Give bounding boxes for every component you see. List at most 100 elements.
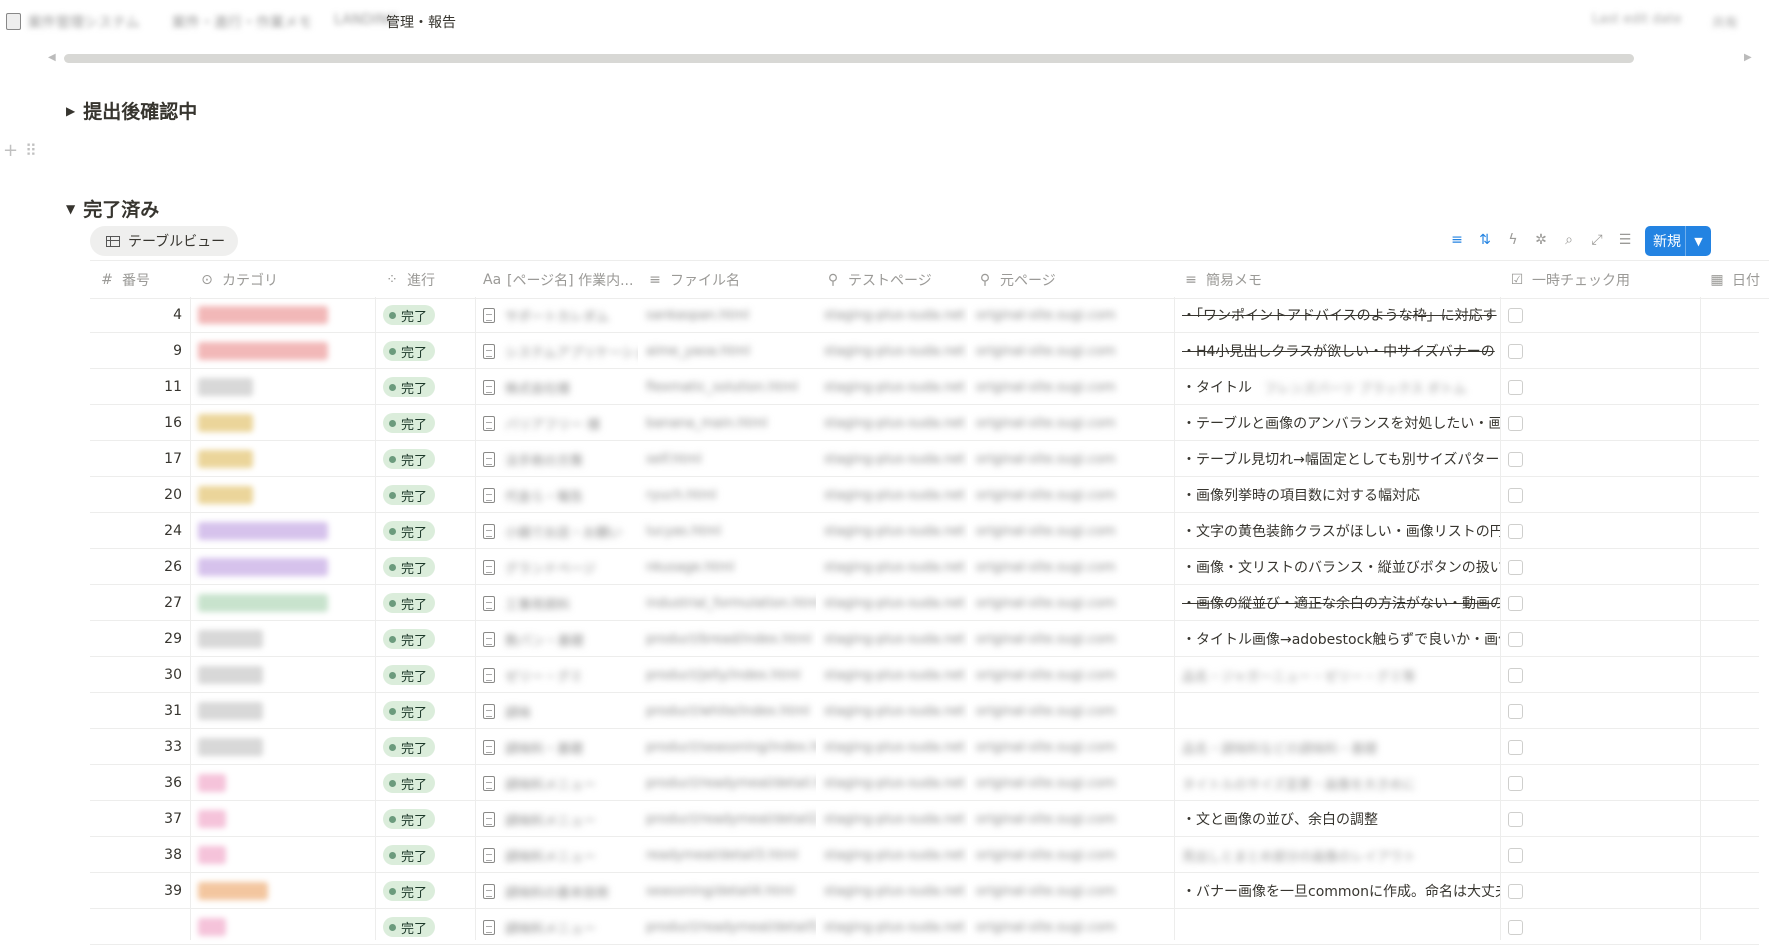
original-page-cell[interactable]: original-site.sugi.com [968, 729, 1174, 765]
progress-cell[interactable]: 完了 [375, 585, 475, 621]
table-row[interactable]: 11 完了 株式会社様 flexmatic_solution.html stag… [90, 369, 1759, 405]
add-block-icon[interactable]: + [3, 140, 18, 161]
test-page-cell[interactable]: staging-plus-suda.net [816, 513, 968, 549]
number-cell[interactable]: 4 [90, 297, 190, 333]
original-page-link[interactable]: original-site.sugi.com [976, 704, 1116, 719]
original-page-cell[interactable]: original-site.sugi.com [968, 837, 1174, 873]
ai-sparkle-icon[interactable]: ✲ [1532, 232, 1550, 248]
date-cell[interactable] [1700, 729, 1759, 765]
test-page-link[interactable]: staging-plus-suda.net [824, 776, 965, 791]
progress-cell[interactable]: 完了 [375, 333, 475, 369]
temp-check-cell[interactable] [1500, 513, 1700, 549]
column-header-memo[interactable]: ≡ 簡易メモ [1174, 261, 1500, 298]
page-name-cell[interactable]: グランドページ [475, 549, 638, 585]
number-cell[interactable]: 30 [90, 657, 190, 693]
page-name-text[interactable]: 調味料・基礎 [505, 738, 583, 757]
workspace-icon[interactable] [6, 13, 21, 30]
breadcrumb-item[interactable]: 案件・進行・作業メモ [172, 12, 312, 32]
settings-icon[interactable]: ☰ [1616, 232, 1634, 248]
number-cell[interactable]: 17 [90, 441, 190, 477]
test-page-link[interactable]: staging-plus-suda.net [824, 920, 965, 935]
column-header-number[interactable]: # 番号 [90, 261, 190, 298]
test-page-cell[interactable]: staging-plus-suda.net [816, 297, 968, 333]
table-row[interactable]: 4 完了 サポートカレダム sankaspan.html staging-plu… [90, 297, 1759, 333]
original-page-link[interactable]: original-site.sugi.com [976, 488, 1116, 503]
progress-cell[interactable]: 完了 [375, 693, 475, 729]
original-page-link[interactable]: original-site.sugi.com [976, 344, 1116, 359]
memo-cell[interactable]: ・バナー画像を一旦commonに作成。命名は大丈夫 [1174, 873, 1500, 909]
date-cell[interactable] [1700, 585, 1759, 621]
checkbox[interactable] [1508, 667, 1523, 683]
number-cell[interactable]: 26 [90, 549, 190, 585]
page-name-cell[interactable]: 調味料の基本技術 [475, 873, 638, 909]
test-page-cell[interactable]: staging-plus-suda.net [816, 873, 968, 909]
number-cell[interactable]: 38 [90, 837, 190, 873]
page-name-cell[interactable]: 調味料メニュー [475, 837, 638, 873]
filter-icon[interactable]: ≡ [1448, 232, 1466, 248]
test-page-cell[interactable]: staging-plus-suda.net [816, 729, 968, 765]
checkbox[interactable] [1508, 883, 1523, 899]
date-cell[interactable] [1700, 837, 1759, 873]
original-page-link[interactable]: original-site.sugi.com [976, 524, 1116, 539]
original-page-link[interactable]: original-site.sugi.com [976, 812, 1116, 827]
original-page-cell[interactable]: original-site.sugi.com [968, 333, 1174, 369]
temp-check-cell[interactable] [1500, 729, 1700, 765]
page-name-text[interactable]: グランドページ [505, 558, 596, 577]
number-cell[interactable]: 11 [90, 369, 190, 405]
progress-cell[interactable]: 完了 [375, 297, 475, 333]
number-cell[interactable]: 31 [90, 693, 190, 729]
checkbox[interactable] [1508, 487, 1523, 503]
temp-check-cell[interactable] [1500, 693, 1700, 729]
original-page-cell[interactable]: original-site.sugi.com [968, 549, 1174, 585]
file-name-cell[interactable]: flexmatic_solution.html [638, 369, 816, 405]
memo-cell[interactable]: ・H4小見出しクラスが欲しい・中サイズバナーの [1174, 333, 1500, 369]
column-header-temp-check[interactable]: ☑ 一時チェック用 [1500, 261, 1700, 298]
test-page-link[interactable]: staging-plus-suda.net [824, 344, 965, 359]
file-name-cell[interactable]: self.html [638, 441, 816, 477]
file-name-cell[interactable]: product/readymeal/detail2.html [638, 801, 816, 837]
original-page-link[interactable]: original-site.sugi.com [976, 308, 1116, 323]
progress-cell[interactable]: 完了 [375, 405, 475, 441]
test-page-link[interactable]: staging-plus-suda.net [824, 812, 965, 827]
original-page-link[interactable]: original-site.sugi.com [976, 560, 1116, 575]
column-header-date[interactable]: ▦ 日付 [1700, 261, 1769, 298]
page-name-cell[interactable]: 工事用資料 [475, 585, 638, 621]
test-page-cell[interactable]: staging-plus-suda.net [816, 837, 968, 873]
page-name-cell[interactable]: 数パン・基礎 [475, 621, 638, 657]
temp-check-cell[interactable] [1500, 297, 1700, 333]
file-name-cell[interactable]: product/seasoning/index.html [638, 729, 816, 765]
category-cell[interactable] [190, 693, 375, 729]
category-cell[interactable] [190, 297, 375, 333]
test-page-link[interactable]: staging-plus-suda.net [824, 740, 965, 755]
page-name-text[interactable]: 小鍋でお店・お願い [505, 522, 622, 541]
table-row[interactable]: 27 完了 工事用資料 industrial_formulation.html … [90, 585, 1759, 621]
table-row[interactable]: 33 完了 調味料・基礎 product/seasoning/index.htm… [90, 729, 1759, 765]
test-page-link[interactable]: staging-plus-suda.net [824, 524, 965, 539]
test-page-link[interactable]: staging-plus-suda.net [824, 596, 965, 611]
original-page-cell[interactable]: original-site.sugi.com [968, 585, 1174, 621]
table-row[interactable]: 24 完了 小鍋でお店・お願い lucyas.html staging-plus… [90, 513, 1759, 549]
number-cell[interactable]: 9 [90, 333, 190, 369]
test-page-cell[interactable]: staging-plus-suda.net [816, 405, 968, 441]
file-name-cell[interactable]: product/white/index.html [638, 693, 816, 729]
test-page-link[interactable]: staging-plus-suda.net [824, 884, 965, 899]
memo-cell[interactable]: ・文と画像の並び、余白の調整 [1174, 801, 1500, 837]
memo-cell[interactable]: ・文字の黄色装飾クラスがほしい・画像リストの円 [1174, 513, 1500, 549]
file-name-cell[interactable]: seasoning/detail4.html [638, 873, 816, 909]
date-cell[interactable] [1700, 657, 1759, 693]
temp-check-cell[interactable] [1500, 837, 1700, 873]
memo-cell[interactable]: タイトルのサイズ変更・画像を大きめに [1174, 765, 1500, 801]
expand-icon[interactable]: ⤢ [1588, 232, 1606, 248]
test-page-cell[interactable]: staging-plus-suda.net [816, 549, 968, 585]
checkbox[interactable] [1508, 379, 1523, 395]
test-page-cell[interactable]: staging-plus-suda.net [816, 441, 968, 477]
file-name-cell[interactable]: aime_yaoa.html [638, 333, 816, 369]
checkbox[interactable] [1508, 739, 1523, 755]
checkbox[interactable] [1508, 919, 1523, 935]
page-name-cell[interactable]: バリアフリー 様 [475, 405, 638, 441]
automation-icon[interactable]: ϟ [1504, 232, 1522, 248]
date-cell[interactable] [1700, 369, 1759, 405]
date-cell[interactable] [1700, 477, 1759, 513]
file-name-cell[interactable]: banana_main.html [638, 405, 816, 441]
original-page-cell[interactable]: original-site.sugi.com [968, 369, 1174, 405]
